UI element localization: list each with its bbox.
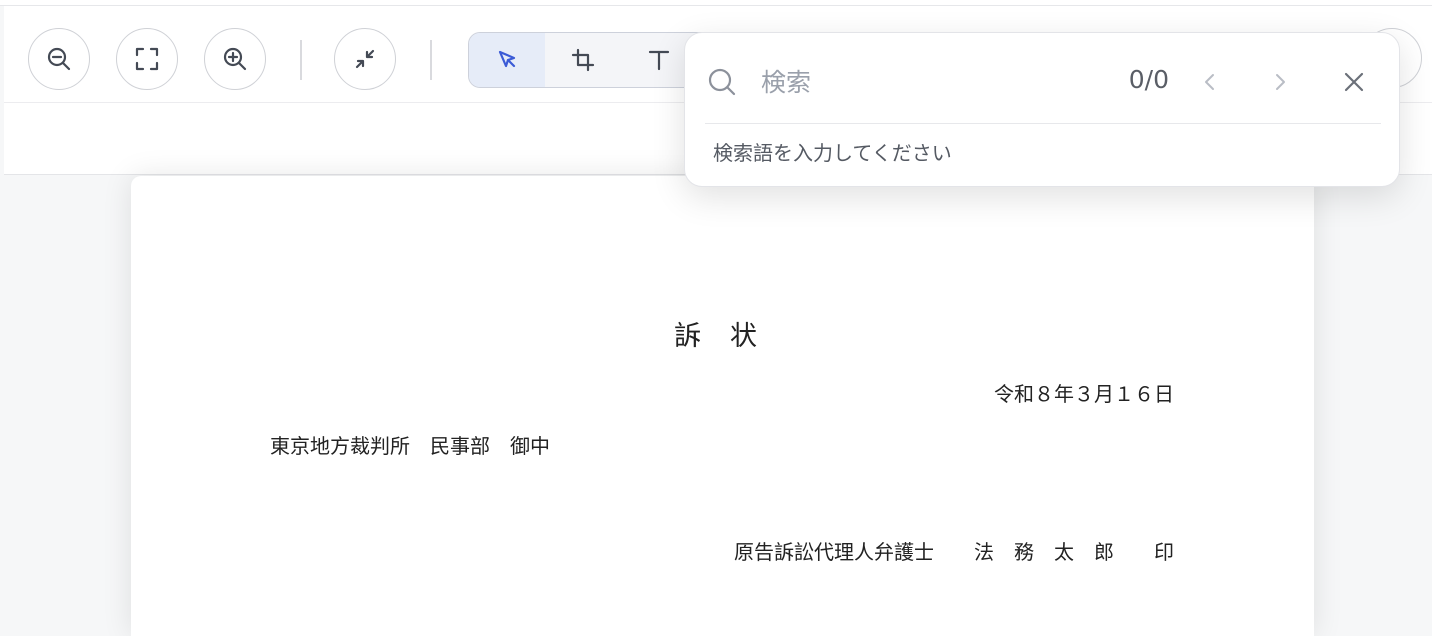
chevron-left-icon bbox=[1205, 74, 1214, 90]
zoom-out-button[interactable] bbox=[28, 28, 90, 90]
zoom-in-button[interactable] bbox=[204, 28, 266, 90]
zoom-out-icon bbox=[47, 47, 71, 71]
zoom-in-icon bbox=[223, 47, 247, 71]
crop-tool-button[interactable] bbox=[545, 33, 621, 87]
collapse-icon bbox=[355, 49, 375, 69]
next-result-button[interactable] bbox=[1263, 65, 1297, 99]
crop-icon bbox=[571, 48, 595, 72]
search-icon bbox=[708, 68, 736, 96]
search-row: 0/0 bbox=[685, 33, 1401, 123]
close-icon bbox=[1344, 72, 1364, 92]
cursor-icon bbox=[498, 50, 516, 68]
fit-screen-button[interactable] bbox=[116, 28, 178, 90]
previous-result-button[interactable] bbox=[1193, 65, 1227, 99]
search-panel: 0/0 検索語を入力してください bbox=[684, 32, 1400, 187]
document-title: 訴 状 bbox=[674, 321, 758, 352]
text-icon bbox=[648, 50, 670, 71]
fit-screen-icon bbox=[135, 47, 159, 71]
chevron-right-icon bbox=[1276, 74, 1285, 90]
search-hint: 検索語を入力してください bbox=[713, 141, 952, 165]
document-date: 令和８年３月１６日 bbox=[994, 382, 1174, 406]
toolbar-divider bbox=[430, 40, 432, 80]
select-tool-button[interactable] bbox=[469, 33, 545, 87]
search-input[interactable] bbox=[759, 61, 1093, 103]
document-court: 東京地方裁判所 民事部 御中 bbox=[270, 434, 550, 458]
document-signature: 原告訴訟代理人弁護士 法 務 太 郎 印 bbox=[734, 540, 1174, 564]
toolbar-divider bbox=[300, 40, 302, 80]
close-search-button[interactable] bbox=[1337, 65, 1371, 99]
collapse-button[interactable] bbox=[334, 28, 396, 90]
search-result-counter: 0/0 bbox=[1128, 65, 1169, 94]
search-panel-divider bbox=[705, 123, 1381, 124]
